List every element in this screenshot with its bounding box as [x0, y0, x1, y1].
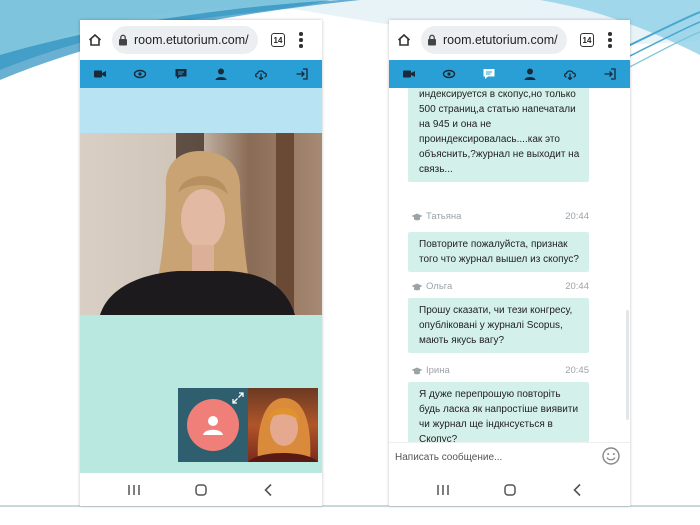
url-text: room.etutorium.com/: [134, 33, 249, 47]
chat-message-meta: Ірина 20:45: [411, 365, 589, 376]
home-icon[interactable]: [189, 481, 213, 499]
right-phone-screen: room.etutorium.com/ 14 индексируется в с…: [389, 20, 630, 506]
room-toolbar: [389, 60, 630, 88]
chat-icon[interactable]: [478, 63, 500, 85]
cloud-download-icon[interactable]: [559, 63, 581, 85]
avatar: [187, 399, 239, 451]
url-bar[interactable]: room.etutorium.com/: [421, 26, 567, 54]
video-header-strip: [80, 88, 322, 133]
android-nav-bar: [389, 473, 630, 506]
chat-panel: индексируется в скопус,но только 500 стр…: [389, 88, 630, 442]
user-silhouette-icon: [203, 416, 223, 435]
back-icon[interactable]: [565, 481, 589, 499]
chat-message-meta: Ольга 20:44: [411, 281, 589, 292]
browser-menu-icon[interactable]: [299, 32, 303, 48]
exit-icon[interactable]: [291, 63, 313, 85]
video-icon[interactable]: [398, 63, 420, 85]
chat-message-meta: Татьяна 20:44: [411, 211, 589, 222]
tab-count-button[interactable]: 14: [580, 33, 594, 47]
chat-author: Ольга: [426, 281, 453, 292]
browser-home-icon[interactable]: [80, 33, 110, 47]
tab-count-button[interactable]: 14: [271, 33, 285, 47]
chat-author: Татьяна: [426, 211, 462, 222]
graduation-cap-icon: [411, 283, 423, 290]
message-input[interactable]: [395, 446, 599, 468]
cloud-download-icon[interactable]: [250, 63, 272, 85]
graduation-cap-icon: [411, 213, 423, 220]
presenter-video-image: [100, 133, 295, 315]
room-toolbar: [80, 60, 322, 88]
user-icon[interactable]: [210, 63, 232, 85]
url-text: room.etutorium.com/: [443, 33, 558, 47]
participant-video-tile: [248, 388, 318, 462]
left-phone-screen: room.etutorium.com/ 14: [80, 20, 322, 506]
chat-message-bubble: Повторите пожалуйста, признак того что ж…: [408, 232, 589, 272]
chat-time: 20:44: [565, 281, 589, 292]
browser-bar: room.etutorium.com/ 14: [80, 20, 322, 60]
chat-author: Ірина: [426, 365, 450, 376]
chat-message-bubble: Прошу сказати, чи тези конгресу, опублік…: [408, 298, 589, 353]
graduation-cap-icon: [411, 367, 423, 374]
browser-menu-icon[interactable]: [608, 32, 612, 48]
emoji-icon[interactable]: [601, 446, 621, 466]
main-video-feed: [80, 133, 322, 315]
participant-tile-empty: [178, 388, 248, 462]
chat-scrollbar[interactable]: [626, 310, 629, 420]
eye-icon[interactable]: [438, 63, 460, 85]
android-nav-bar: [80, 473, 322, 506]
chat-time: 20:45: [565, 365, 589, 376]
chat-time: 20:44: [565, 211, 589, 222]
chat-message-bubble: Я дуже перепрошую повторіть будь ласка я…: [408, 382, 589, 442]
url-bar[interactable]: room.etutorium.com/: [112, 26, 258, 54]
video-icon[interactable]: [89, 63, 111, 85]
back-icon[interactable]: [256, 481, 280, 499]
home-icon[interactable]: [498, 481, 522, 499]
expand-icon[interactable]: [232, 392, 244, 404]
chat-input-bar: [389, 442, 630, 473]
recent-apps-icon[interactable]: [122, 481, 146, 499]
participant-video-image: [248, 398, 318, 462]
exit-icon[interactable]: [599, 63, 621, 85]
browser-home-icon[interactable]: [389, 33, 419, 47]
user-icon[interactable]: [519, 63, 541, 85]
eye-icon[interactable]: [129, 63, 151, 85]
lock-icon: [119, 34, 127, 46]
lock-icon: [428, 34, 436, 46]
chat-message-bubble: индексируется в скопус,но только 500 стр…: [408, 88, 589, 182]
browser-bar: room.etutorium.com/ 14: [389, 20, 630, 60]
chat-icon[interactable]: [170, 63, 192, 85]
recent-apps-icon[interactable]: [431, 481, 455, 499]
participants-panel: [178, 388, 318, 462]
